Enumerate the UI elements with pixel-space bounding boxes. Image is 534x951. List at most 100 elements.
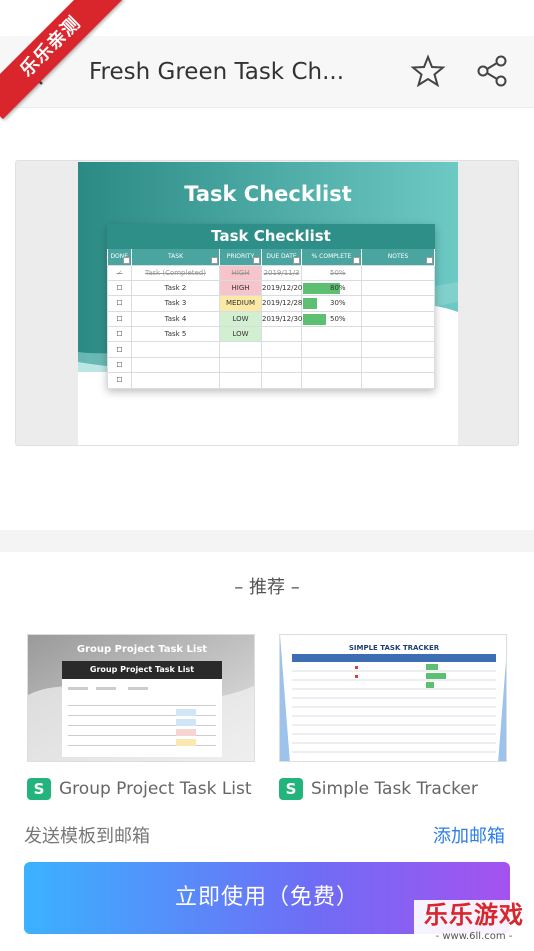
- due-date-cell: 2019/11/3: [261, 264, 302, 281]
- table-row: ☐ Task 2 HIGH 2019/12/20 80%: [107, 279, 435, 297]
- percent-text: [302, 361, 330, 369]
- done-checkbox: ☐: [107, 279, 132, 297]
- checklist-table: Task Checklist DONE TASK PRIORITY DUE DATE%…: [107, 224, 435, 389]
- task-cell: [131, 341, 220, 358]
- recommend-card-group-project[interactable]: Group Project Task List Group Project Ta…: [27, 634, 255, 762]
- percent-text: [302, 376, 330, 384]
- percent-complete-cell: [301, 326, 362, 343]
- recommend-card-simple-tracker[interactable]: SIMPLE TASK TRACKER: [279, 634, 507, 762]
- percent-complete-cell: [301, 372, 362, 389]
- card2-label[interactable]: S Simple Task Tracker: [279, 778, 478, 800]
- percent-complete-cell: [301, 341, 362, 358]
- share-icon[interactable]: [475, 54, 509, 88]
- card1-label-text: Group Project Task List: [59, 779, 252, 799]
- column-header-text: PRIORITY: [226, 253, 255, 261]
- percent-complete-cell: [301, 356, 362, 374]
- done-checkbox: ☐: [107, 295, 132, 312]
- task-cell: Task (Completed): [131, 264, 220, 281]
- doc-s-icon: S: [27, 778, 51, 800]
- filter-dropdown-icon: [211, 256, 218, 264]
- card2-label-text: Simple Task Tracker: [311, 779, 478, 799]
- due-date-cell: [261, 372, 302, 389]
- column-header: NOTES: [361, 249, 435, 265]
- table-row: ☐: [107, 341, 435, 358]
- done-checkbox: ☐: [107, 372, 132, 389]
- due-date-cell: [261, 326, 302, 343]
- header-bar: Fresh Green Task Ch...: [0, 36, 534, 108]
- add-email-link[interactable]: 添加邮箱: [433, 822, 505, 848]
- card1-thumb-title: Group Project Task List: [76, 644, 208, 655]
- due-date-cell: 2019/12/30: [261, 310, 302, 328]
- filter-dropdown-icon: [426, 256, 433, 264]
- priority-cell: MEDIUM: [219, 295, 262, 312]
- notes-cell: [361, 295, 435, 312]
- percent-text: 50%: [330, 314, 346, 323]
- priority-cell: [219, 356, 262, 374]
- filter-dropdown-icon: [123, 256, 130, 264]
- priority-cell: [219, 341, 262, 358]
- percent-text: [302, 346, 330, 354]
- column-header-text: % COMPLETE: [311, 253, 352, 261]
- column-header: DUE DATE: [261, 249, 302, 265]
- due-date-cell: 2019/12/28: [261, 295, 302, 312]
- percent-text: 80%: [330, 284, 346, 293]
- watermark-logo: 乐乐游戏 - www.6ll.com -: [414, 900, 534, 951]
- notes-cell: [361, 326, 435, 343]
- column-header: % COMPLETE: [301, 249, 362, 265]
- priority-cell: LOW: [219, 310, 262, 328]
- table-row: ✓ Task (Completed) HIGH 2019/11/3 50%: [107, 264, 435, 281]
- priority-cell: LOW: [219, 326, 262, 343]
- column-header: TASK: [131, 249, 220, 265]
- column-header: PRIORITY: [219, 249, 262, 265]
- notes-cell: [361, 279, 435, 297]
- priority-cell: HIGH: [219, 264, 262, 281]
- due-date-cell: 2019/12/20: [261, 279, 302, 297]
- task-cell: Task 5: [131, 326, 220, 343]
- done-checkbox: ☐: [107, 326, 132, 343]
- table-row: ☐ Task 5 LOW: [107, 326, 435, 343]
- watermark-sub: - www.6ll.com -: [435, 931, 513, 942]
- done-checkbox: ☐: [107, 356, 132, 374]
- template-preview[interactable]: Task Checklist Task Checklist DONE TASK PR…: [15, 160, 519, 446]
- section-divider: [0, 530, 534, 552]
- done-checkbox: ✓: [107, 264, 132, 281]
- table-row: ☐ Task 3 MEDIUM 2019/12/28 30%: [107, 295, 435, 312]
- card1-label[interactable]: S Group Project Task List: [27, 778, 252, 800]
- done-checkbox: ☐: [107, 341, 132, 358]
- page-title: Fresh Green Task Ch...: [89, 59, 345, 85]
- banner-title: Task Checklist: [184, 182, 352, 206]
- simple-tracker-thumbnail: [280, 635, 506, 761]
- task-cell: [131, 372, 220, 389]
- percent-complete-cell: 50%: [301, 310, 362, 328]
- task-cell: Task 2: [131, 279, 220, 297]
- priority-cell: [219, 372, 262, 389]
- priority-cell: HIGH: [219, 279, 262, 297]
- notes-cell: [361, 372, 435, 389]
- notes-cell: [361, 341, 435, 358]
- card1-thumb-subtitle: Group Project Task List: [89, 665, 195, 674]
- due-date-cell: [261, 356, 302, 374]
- done-checkbox: ☐: [107, 310, 132, 328]
- notes-cell: [361, 264, 435, 281]
- column-header: DONE: [107, 249, 132, 265]
- watermark-main: 乐乐游戏: [424, 901, 524, 929]
- column-header-text: NOTES: [387, 253, 409, 261]
- percent-text: 50%: [330, 268, 346, 277]
- table-row: ☐: [107, 372, 435, 389]
- task-cell: [131, 356, 220, 374]
- task-cell: Task 3: [131, 295, 220, 312]
- percent-complete-cell: 50%: [301, 264, 362, 281]
- percent-text: [302, 330, 330, 338]
- send-to-email-label: 发送模板到邮箱: [24, 826, 150, 847]
- notes-cell: [361, 310, 435, 328]
- doc-s-icon: S: [279, 778, 303, 800]
- table-row: ☐: [107, 356, 435, 374]
- card2-thumb-title: SIMPLE TASK TRACKER: [348, 644, 440, 652]
- filter-dropdown-icon: [253, 256, 260, 264]
- percent-complete-cell: 80%: [301, 279, 362, 297]
- filter-dropdown-icon: [353, 256, 360, 264]
- preview-sheet: Task Checklist Task Checklist DONE TASK PR…: [78, 162, 458, 445]
- table-title: Task Checklist: [107, 224, 435, 249]
- percent-complete-cell: 30%: [301, 295, 362, 312]
- star-icon[interactable]: [411, 54, 445, 88]
